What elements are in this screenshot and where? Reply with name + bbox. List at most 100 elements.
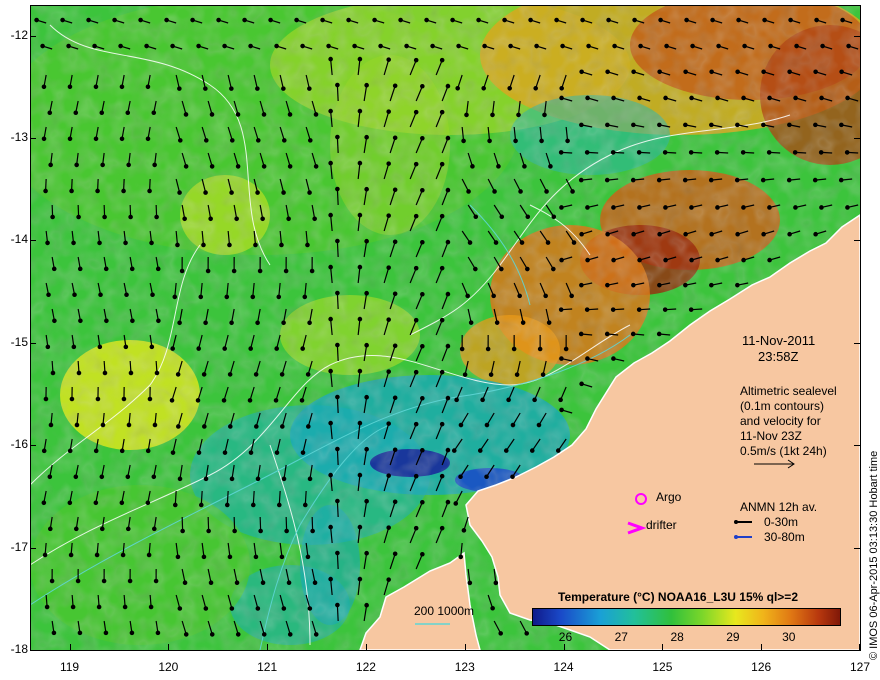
velocity-vector-head [604,177,610,183]
lat-tick-label: -15 [10,334,28,349]
velocity-vector-head [229,476,235,482]
velocity-vector-head [715,205,720,210]
velocity-vector-head [420,499,425,505]
velocity-vector-head [735,231,740,237]
velocity-vector-head [281,190,286,195]
velocity-vector-head [473,266,478,272]
velocity-vector-head [658,17,663,23]
velocity-vector-head [346,17,351,23]
velocity-vector-head [44,604,50,610]
velocity-vector-head [579,282,584,288]
velocity-vector-head [170,346,175,351]
velocity-vector-head [118,43,123,49]
velocity-vector-head [147,396,153,402]
velocity-vector-head [41,500,47,506]
velocity-vector-head [610,150,616,155]
lat-tick-mark [30,138,36,140]
velocity-vector-head [255,86,260,91]
velocity-vector-head [533,85,538,91]
velocity-vector-head [248,346,253,351]
velocity-vector-head [473,214,479,220]
velocity-vector-head [569,293,574,299]
velocity-vector-head [312,580,318,585]
velocity-vector-head [612,43,617,49]
velocity-vector-head [793,95,798,101]
velocity-vector-head [287,112,293,117]
velocity-vector-head [735,282,740,288]
velocity-vector-head [439,265,445,271]
velocity-vector-head [229,190,234,195]
velocity-vector-head [455,85,460,91]
lon-tick-label: 120 [158,660,179,674]
velocity-vector-head [156,318,161,324]
velocity-vector-head [145,136,151,142]
velocity-vector [336,552,339,570]
velocity-vector-head [164,17,169,23]
velocity-vector-head [202,424,207,429]
velocity-vector-head [536,422,542,428]
velocity-vector-head [482,43,487,49]
velocity-vector-head [286,216,291,222]
velocity-vector-head [580,17,585,23]
velocity-vector-head [97,240,102,246]
velocity-vector-head [261,632,267,637]
lat-tick-mark [30,342,36,344]
velocity-vector-head [413,421,419,427]
sst-map[interactable] [30,5,860,650]
velocity-vector-head [279,242,284,248]
velocity-vector-head [554,17,559,23]
velocity-vector-head [102,214,107,220]
velocity-vector-head [144,43,149,49]
velocity-vector-head [125,474,131,480]
velocity-vector-head [176,424,181,429]
sst-map-canvas [30,5,860,650]
velocity-vector-head [610,307,616,312]
colorbar-tick-label: 27 [614,630,628,644]
velocity-vector-head [812,177,818,183]
velocity-vector-head [844,150,850,155]
velocity-vector-head [73,526,79,532]
velocity-vector-head [229,86,234,91]
velocity-vector-head [172,294,178,300]
velocity-vector [336,136,339,154]
velocity-vector-head [611,95,616,101]
velocity-vector-head [760,177,766,183]
velocity-vector-head [476,17,481,23]
velocity-vector [336,240,339,258]
velocity-vector-head [307,190,312,195]
velocity-vector-head [439,317,445,323]
velocity-vector [336,500,339,518]
velocity-vector-head [126,422,132,428]
velocity-vector-head [205,268,211,274]
velocity-vector-head [201,554,207,560]
velocity-vector-head [657,122,662,128]
lat-tick-mark [30,650,36,651]
velocity-vector-head [235,632,241,637]
velocity-vector-head [420,291,425,297]
velocity-vector-head [481,85,486,91]
velocity-vector-head [121,188,126,194]
velocity-vector-head [76,370,82,376]
velocity-vector-head [430,43,435,49]
velocity-vector-head [49,578,55,584]
velocity-vector-head [222,43,227,49]
velocity-vector-head [392,83,398,89]
velocity-vector-head [656,331,662,337]
velocity-vector-head [248,43,253,49]
velocity-vector-head [585,205,590,210]
velocity-vector-head [559,257,564,263]
velocity-vector-head [232,528,237,534]
velocity-vector-head [227,554,233,560]
velocity-vector-head [392,135,398,141]
lat-tick-label: -17 [10,539,28,554]
velocity-vector-head [445,291,451,297]
velocity-vector-head [183,164,189,169]
velocity-vector-head [793,205,798,210]
velocity-vector-head [47,526,53,532]
velocity-vector-head [364,394,369,400]
velocity-vector-head [328,316,333,322]
velocity-vector-head [201,242,206,248]
velocity-vector-head [216,17,221,23]
velocity-vector-head [124,292,129,298]
velocity-vector-head [152,162,157,168]
